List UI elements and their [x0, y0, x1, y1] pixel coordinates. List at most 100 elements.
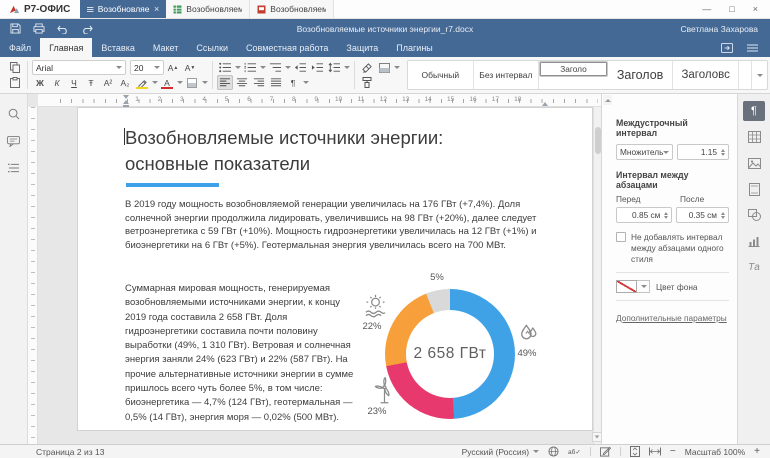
paragraph-2[interactable]: Суммарная мировая мощность, генерируемая…	[125, 282, 358, 425]
chevron-down-icon[interactable]	[260, 66, 266, 69]
align-center-button[interactable]	[234, 75, 250, 90]
menu-collaboration[interactable]: Совместная работа	[237, 38, 337, 57]
advanced-settings-link[interactable]: Дополнительные параметры	[616, 313, 727, 323]
style-heading3[interactable]: Заголовс	[673, 61, 739, 89]
increase-font-button[interactable]: A ▲	[165, 60, 181, 75]
align-left-button[interactable]	[217, 75, 233, 90]
table-settings-icon[interactable]	[743, 127, 765, 147]
spinner-down-icon[interactable]	[721, 152, 725, 156]
increase-indent-button[interactable]	[309, 60, 325, 75]
chevron-down-icon[interactable]	[152, 81, 158, 84]
spinner-up-icon[interactable]	[721, 148, 725, 152]
document-heading[interactable]: Возобновляемые источники энергии: основн…	[125, 125, 443, 177]
close-tab-icon[interactable]: ×	[154, 4, 159, 14]
paragraph-shading-button[interactable]	[184, 75, 200, 90]
chevron-down-icon[interactable]	[344, 66, 350, 69]
decrease-font-button[interactable]: A ▼	[182, 60, 198, 75]
track-changes-icon[interactable]	[599, 446, 611, 457]
open-file-location-icon[interactable]	[721, 42, 733, 53]
underline-button[interactable]: Ч	[66, 75, 82, 90]
donut-ring[interactable]: 2 658 ГВт	[385, 289, 515, 419]
bullet-list-button[interactable]	[217, 60, 233, 75]
page-indicator[interactable]: Страница 2 из 13	[36, 447, 104, 457]
menu-protection[interactable]: Защита	[337, 38, 387, 57]
color-dropdown-button[interactable]	[637, 280, 650, 293]
maximize-button[interactable]: □	[729, 4, 734, 14]
multilevel-list-button[interactable]	[267, 60, 283, 75]
shape-settings-icon[interactable]	[743, 205, 765, 225]
spellcheck-icon[interactable]: аб✓	[568, 448, 581, 456]
search-icon[interactable]	[8, 108, 20, 120]
spacing-before-spinner[interactable]: 0.85 см	[616, 207, 673, 223]
spreadsheet-tab[interactable]: Возобновляем...	[166, 0, 251, 18]
style-gallery-expand-button[interactable]	[752, 61, 767, 89]
menu-plugins[interactable]: Плагины	[387, 38, 441, 57]
print-icon[interactable]	[33, 23, 45, 34]
header-footer-settings-icon[interactable]	[743, 179, 765, 199]
spacing-after-spinner[interactable]: 0.35 см	[676, 207, 729, 223]
copy-button[interactable]	[7, 60, 23, 75]
fit-page-icon[interactable]	[629, 446, 640, 457]
menu-insert[interactable]: Вставка	[92, 38, 143, 57]
spinner-down-icon[interactable]	[664, 215, 669, 219]
chevron-down-icon[interactable]	[235, 66, 241, 69]
line-spacing-mode-select[interactable]: Множитель	[616, 144, 674, 160]
vertical-ruler[interactable]	[28, 107, 38, 444]
language-selector[interactable]: Русский (Россия)	[462, 447, 540, 457]
zoom-in-button[interactable]: +	[754, 446, 760, 457]
align-right-button[interactable]	[251, 75, 267, 90]
style-normal[interactable]: Обычный	[408, 61, 474, 89]
redo-icon[interactable]	[81, 24, 93, 34]
menu-layout[interactable]: Макет	[144, 38, 187, 57]
paste-button[interactable]	[7, 75, 23, 90]
view-settings-icon[interactable]	[747, 43, 758, 52]
align-justify-button[interactable]	[268, 75, 284, 90]
document-language-globe-icon[interactable]	[548, 446, 559, 457]
save-icon[interactable]	[10, 23, 21, 34]
document-tab-active[interactable]: Возобновляем... ×	[80, 0, 167, 18]
line-spacing-button[interactable]	[326, 60, 342, 75]
style-heading2[interactable]: Заголов	[608, 61, 674, 89]
paragraph-1[interactable]: В 2019 году мощность возобновляемой гене…	[125, 198, 553, 253]
vertical-scrollbar[interactable]	[593, 107, 601, 444]
highlight-color-button[interactable]	[134, 75, 150, 90]
subscript-button[interactable]: A₂	[117, 75, 133, 90]
document-page[interactable]: Возобновляемые источники энергии: основн…	[78, 108, 592, 430]
presentation-tab[interactable]: Возобновляем...	[250, 0, 335, 18]
decrease-indent-button[interactable]	[292, 60, 308, 75]
format-painter-button[interactable]	[359, 75, 375, 90]
image-settings-icon[interactable]	[743, 153, 765, 173]
chevron-down-icon[interactable]	[177, 81, 183, 84]
menu-file[interactable]: Файл	[0, 38, 40, 57]
paragraph-settings-icon[interactable]: ¶	[743, 101, 765, 121]
navigation-headings-icon[interactable]	[7, 163, 20, 173]
chevron-down-icon[interactable]	[303, 81, 309, 84]
close-button[interactable]: ×	[753, 4, 758, 14]
panel-scroll-up-button[interactable]	[603, 95, 612, 105]
minimize-button[interactable]: —	[702, 4, 711, 14]
undo-icon[interactable]	[57, 24, 69, 34]
menu-references[interactable]: Ссылки	[187, 38, 237, 57]
bold-button[interactable]: Ж	[32, 75, 48, 90]
style-heading1-selected[interactable]: Заголо	[539, 61, 608, 77]
italic-button[interactable]: К	[49, 75, 65, 90]
font-name-combobox[interactable]: Arial	[32, 60, 126, 75]
chevron-down-icon[interactable]	[202, 81, 208, 84]
font-size-combobox[interactable]: 20	[130, 60, 164, 75]
background-color-swatch[interactable]	[616, 280, 637, 293]
chevron-down-icon[interactable]	[285, 66, 291, 69]
chart-settings-icon[interactable]	[743, 231, 765, 251]
zoom-out-button[interactable]: −	[670, 446, 676, 457]
superscript-button[interactable]: A²	[100, 75, 116, 90]
spinner-down-icon[interactable]	[721, 215, 725, 219]
clear-style-button[interactable]	[359, 60, 375, 75]
line-spacing-value-spinner[interactable]: 1.15	[677, 144, 729, 160]
numbered-list-button[interactable]	[242, 60, 258, 75]
font-color-button[interactable]: А	[159, 75, 175, 90]
strikethrough-button[interactable]: Ŧ	[83, 75, 99, 90]
indent-marker[interactable]	[122, 95, 129, 108]
fit-width-icon[interactable]	[648, 447, 661, 456]
text-art-settings-icon[interactable]: Тa	[743, 257, 765, 277]
spinner-up-icon[interactable]	[664, 211, 669, 215]
same-style-spacing-checkbox[interactable]	[616, 232, 626, 242]
